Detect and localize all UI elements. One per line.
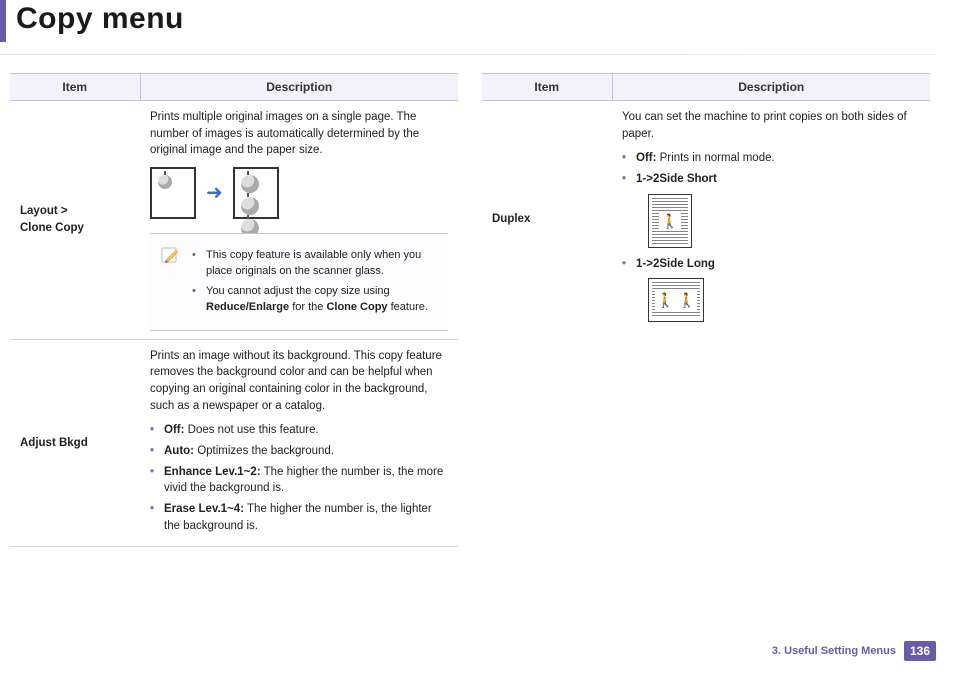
opt-label: Enhance Lev.1~2: [164,466,261,478]
opt-label: Off: [636,152,656,164]
clone-desc: Prints multiple original images on a sin… [150,109,448,159]
person-icon: 🚶 [659,211,680,231]
item-cell-bkgd: Adjust Bkgd [10,339,140,547]
page-footer: 3. Useful Setting Menus 136 [772,641,936,661]
header-divider [0,54,936,55]
note-text: This copy feature is available only when… [206,249,421,277]
page-number: 136 [904,641,936,661]
item-cell-clone: Layout > Clone Copy [10,101,140,340]
table-row: Layout > Clone Copy Prints multiple orig… [10,101,458,340]
col-header-item: Item [10,74,140,101]
list-item: 1->2Side Short 🚶 [622,171,920,248]
item-label: Layout > [20,205,68,217]
diagram-multi-box [233,167,279,219]
note-text: You cannot adjust the copy size using [206,285,390,297]
desc-cell-bkgd: Prints an image without its background. … [140,339,458,547]
apple-icon [241,175,259,193]
col-header-item: Item [482,74,612,101]
chapter-label: 3. Useful Setting Menus [772,645,896,657]
table-row: Duplex You can set the machine to print … [482,101,930,339]
list-item: Off: Prints in normal mode. [622,150,920,167]
note-item: This copy feature is available only when… [192,248,438,280]
person-icon: 🚶 [676,290,697,310]
list-item: 1->2Side Long 🚶 🚶 [622,256,920,323]
right-column: Item Description Duplex You can set the … [482,73,930,547]
opt-label: 1->2Side Long [636,258,715,270]
table-row: Adjust Bkgd Prints an image without its … [10,339,458,547]
opt-text: Does not use this feature. [184,424,318,436]
opt-text: Prints in normal mode. [656,152,774,164]
item-cell-duplex: Duplex [482,101,612,339]
left-column: Item Description Layout > Clone Copy Pri… [10,73,458,547]
list-item: Auto: Optimizes the background. [150,443,448,460]
list-item: Off: Does not use this feature. [150,422,448,439]
desc-cell-duplex: You can set the machine to print copies … [612,101,930,339]
apple-icon [241,197,259,215]
page-title-bar: Copy menu [0,0,936,42]
desc-cell-clone: Prints multiple original images on a sin… [140,101,458,340]
note-box: This copy feature is available only when… [150,233,448,331]
note-item: You cannot adjust the copy size using Re… [192,284,438,316]
note-text-bold: Reduce/Enlarge [206,301,289,313]
opt-label: 1->2Side Short [636,173,717,185]
duplex-short-illustration: 🚶 [648,194,692,248]
duplex-desc: You can set the machine to print copies … [622,109,920,142]
clone-diagram: ➜ [150,167,448,219]
opt-label: Erase Lev.1~4: [164,503,244,515]
page-title: Copy menu [16,2,936,36]
opt-label: Auto: [164,445,194,457]
note-text: for the [289,301,326,313]
col-header-desc: Description [140,74,458,101]
item-label: Clone Copy [20,222,84,234]
note-text: feature. [388,301,428,313]
bkgd-desc: Prints an image without its background. … [150,348,448,415]
col-header-desc: Description [612,74,930,101]
list-item: Enhance Lev.1~2: The higher the number i… [150,464,448,497]
diagram-single-box [150,167,196,219]
opt-label: Off: [164,424,184,436]
opt-text: Optimizes the background. [194,445,334,457]
note-text-bold: Clone Copy [326,301,387,313]
duplex-long-illustration: 🚶 🚶 [648,278,704,322]
left-table: Item Description Layout > Clone Copy Pri… [10,73,458,547]
person-icon: 🚶 [655,290,676,310]
list-item: Erase Lev.1~4: The higher the number is,… [150,501,448,534]
apple-icon [158,175,172,189]
note-pencil-icon [160,244,180,264]
arrow-icon: ➜ [206,179,223,208]
right-table: Item Description Duplex You can set the … [482,73,930,338]
